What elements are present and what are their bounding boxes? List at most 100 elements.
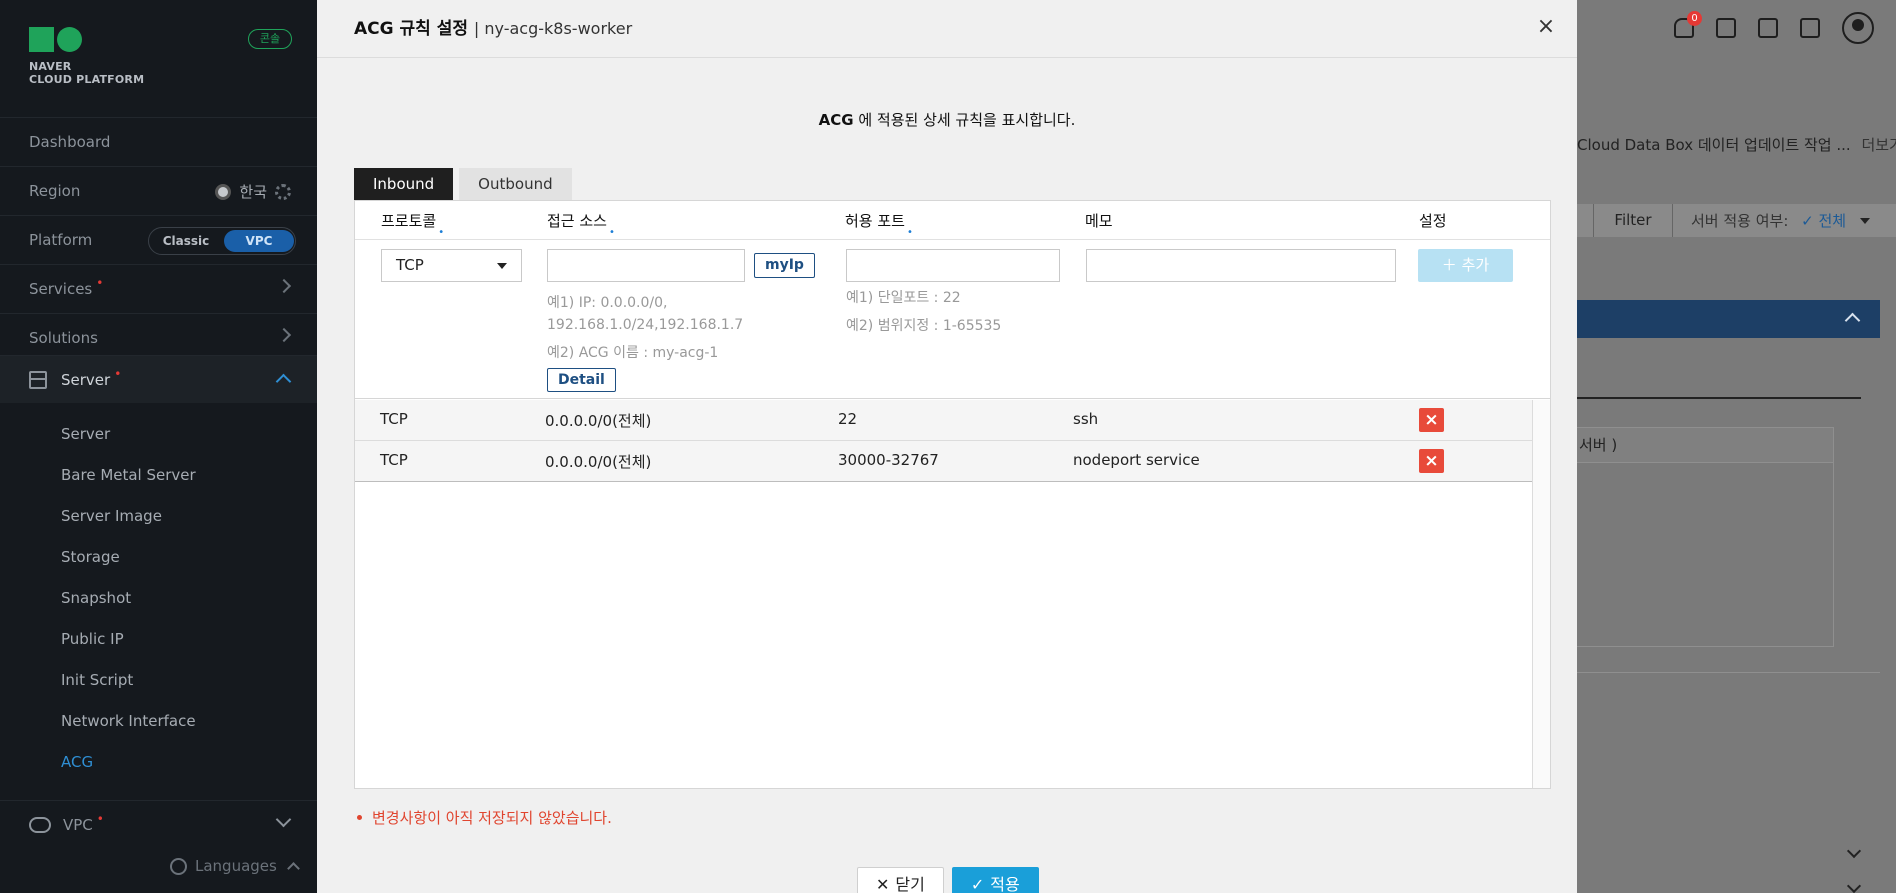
chevron-up-icon[interactable] — [1844, 312, 1861, 329]
naver-cloud-logo[interactable]: NAVER CLOUD PLATFORM — [29, 27, 144, 86]
table-row: TCP 0.0.0.0/0(전체) 30000-32767 nodeport s… — [355, 441, 1532, 482]
selected-row-strip — [1577, 300, 1880, 338]
notice-text: Cloud Data Box 데이터 업데이트 작업 ... — [1577, 136, 1851, 154]
console-badge[interactable]: 콘솔 — [248, 29, 292, 49]
chevron-down-icon[interactable] — [1846, 878, 1862, 893]
nav-server-label: Server — [61, 370, 111, 389]
memo-input[interactable] — [1086, 249, 1396, 282]
rule-source: 0.0.0.0/0(전체) — [545, 412, 652, 430]
nav-vpc[interactable]: VPC • — [0, 800, 317, 848]
table-row: TCP 0.0.0.0/0(전체) 22 ssh × — [355, 400, 1532, 441]
sidebar-item-init-script[interactable]: Init Script — [0, 660, 317, 701]
sidebar-item-snapshot[interactable]: Snapshot — [0, 578, 317, 619]
edit-icon[interactable] — [1758, 18, 1778, 38]
notice-bar[interactable]: Cloud Data Box 데이터 업데이트 작업 ... 더보기 — [1577, 134, 1896, 155]
table-scrollbar[interactable] — [1532, 400, 1550, 788]
divider — [1577, 672, 1880, 673]
rule-memo: nodeport service — [1073, 451, 1200, 469]
new-rule-form: TCP myIp 예1) IP: 0.0.0.0/0, 192.168.1.0/… — [355, 241, 1550, 399]
col-protocol: 프로토콜• — [381, 212, 445, 238]
caret-down-icon — [1860, 217, 1871, 224]
unsaved-warning: 변경사항이 아직 저장되지 않았습니다. — [354, 807, 612, 828]
sidebar-item-acg[interactable]: ACG — [0, 742, 317, 783]
notification-badge: 0 — [1687, 11, 1702, 26]
plus-icon: ＋ — [1441, 256, 1462, 274]
modal-description: ACG 에 적용된 상세 규칙을 표시합니다. — [317, 109, 1577, 130]
nav-dashboard[interactable]: Dashboard — [0, 117, 317, 165]
server-apply-label: 서버 적용 여부: — [1691, 212, 1789, 230]
chevron-up-icon — [286, 861, 300, 875]
check-icon: ✓ — [970, 875, 985, 893]
port-hint-2: 예2) 범위지정 : 1-65535 — [846, 318, 1002, 334]
platform-toggle[interactable]: Classic VPC — [148, 227, 296, 255]
sidebar-item-bare-metal-server[interactable]: Bare Metal Server — [0, 455, 317, 496]
platform-vpc-option[interactable]: VPC — [224, 230, 294, 252]
close-button[interactable]: ✕ 닫기 — [857, 867, 944, 893]
chat-icon[interactable] — [1716, 18, 1736, 38]
delete-rule-button[interactable]: × — [1419, 449, 1444, 473]
detail-panel: 서버 ) — [1577, 427, 1834, 647]
port-input[interactable] — [846, 249, 1060, 282]
detail-button[interactable]: Detail — [547, 368, 616, 392]
tab-outbound[interactable]: Outbound — [459, 168, 572, 200]
filter-bar: Filter 서버 적용 여부: ✓ 전체 — [1577, 204, 1896, 237]
sidebar-item-public-ip[interactable]: Public IP — [0, 619, 317, 660]
source-input[interactable] — [547, 249, 745, 282]
apply-button[interactable]: ✓ 적용 — [951, 867, 1039, 893]
required-mark: • — [906, 227, 913, 238]
languages-menu[interactable]: Languages — [170, 857, 300, 875]
description-strong: ACG — [818, 111, 854, 129]
nav-services[interactable]: Services • — [0, 264, 317, 312]
nav-server[interactable]: Server • — [0, 355, 317, 403]
bell-icon[interactable]: 0 — [1674, 11, 1702, 38]
nav-solutions[interactable]: Solutions — [0, 313, 317, 361]
caret-down-icon — [497, 263, 507, 269]
modal-header: ACG 규칙 설정 | ny-acg-k8s-worker × — [317, 0, 1577, 58]
chevron-down-icon[interactable] — [1846, 843, 1862, 859]
protocol-select[interactable]: TCP — [381, 249, 522, 282]
sidebar-item-storage[interactable]: Storage — [0, 537, 317, 578]
top-toolbar: 0 — [1674, 11, 1874, 44]
panel-title: 서버 ) — [1577, 428, 1833, 463]
rules-table: 프로토콜• 접근 소스• 허용 포트• 메모 설정 TCP myIp 예1) I… — [354, 200, 1551, 789]
source-hint-2: 예2) ACG 이름 : my-acg-1 — [547, 345, 719, 361]
avatar[interactable] — [1842, 12, 1874, 44]
rule-port: 22 — [838, 410, 858, 428]
platform-classic-option[interactable]: Classic — [149, 234, 223, 248]
sidebar-item-network-interface[interactable]: Network Interface — [0, 701, 317, 742]
notice-more-link[interactable]: 더보기 — [1861, 136, 1896, 154]
col-settings: 설정 — [1419, 212, 1447, 230]
nav-vpc-label: VPC — [63, 815, 93, 834]
myip-button[interactable]: myIp — [754, 253, 815, 278]
nav-region-label: Region — [29, 181, 81, 200]
col-source: 접근 소스• — [547, 212, 615, 238]
divider — [1577, 397, 1861, 399]
korea-flag-icon — [215, 183, 232, 200]
divider — [355, 481, 1532, 482]
delete-rule-button[interactable]: × — [1419, 408, 1444, 432]
apply-button-label: 적용 — [990, 875, 1020, 893]
close-icon[interactable]: × — [1535, 16, 1557, 38]
filter-button[interactable]: Filter — [1593, 204, 1673, 237]
rule-protocol: TCP — [380, 451, 408, 469]
rule-source: 0.0.0.0/0(전체) — [545, 453, 652, 471]
server-apply-filter[interactable]: 서버 적용 여부: ✓ 전체 — [1673, 210, 1846, 231]
rule-tabs: Inbound Outbound — [354, 168, 572, 200]
rule-protocol: TCP — [380, 410, 408, 428]
tab-inbound[interactable]: Inbound — [354, 168, 454, 200]
server-apply-value: ✓ 전체 — [1801, 212, 1847, 230]
region-value[interactable]: 한국 — [239, 181, 267, 202]
logo-mark — [29, 27, 144, 52]
new-dot: • — [96, 811, 104, 826]
add-rule-button[interactable]: ＋ 추가 — [1418, 249, 1513, 282]
sidebar-item-server[interactable]: Server — [0, 414, 317, 455]
info-icon[interactable] — [1800, 18, 1820, 38]
background-page: 0 Cloud Data Box 데이터 업데이트 작업 ... 더보기 Fil… — [1577, 0, 1896, 893]
languages-label: Languages — [195, 857, 277, 875]
gear-icon[interactable] — [275, 183, 291, 200]
sidebar-item-server-image[interactable]: Server Image — [0, 496, 317, 537]
chevron-down-icon — [275, 811, 292, 828]
table-header: 프로토콜• 접근 소스• 허용 포트• 메모 설정 — [355, 201, 1550, 240]
nav-region: Region 한국 — [0, 166, 317, 214]
nav-dashboard-label: Dashboard — [29, 132, 111, 151]
